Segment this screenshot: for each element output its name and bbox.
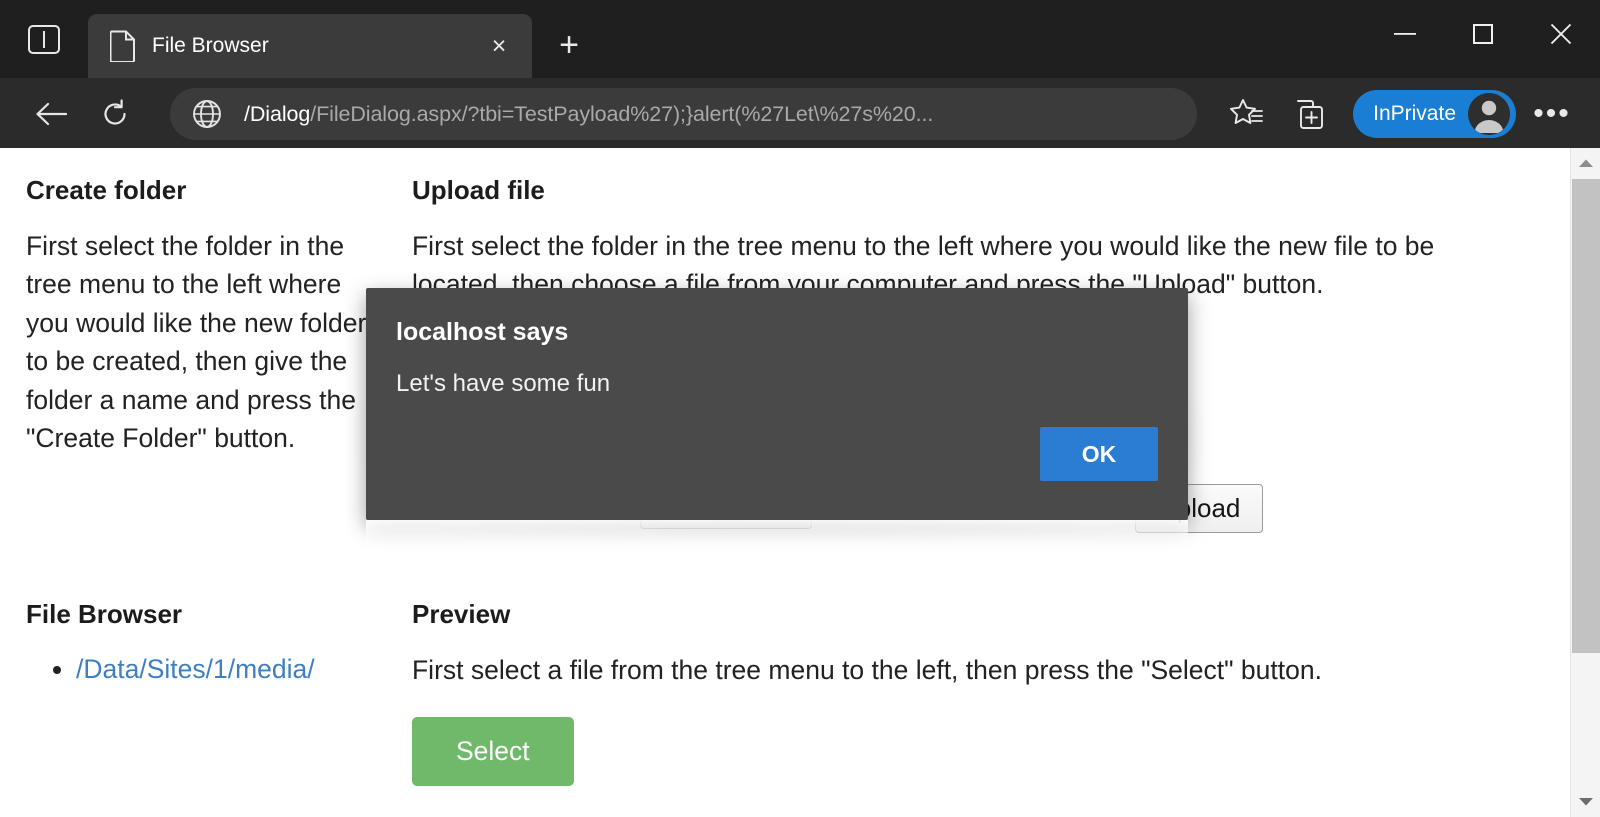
list-item[interactable]: /Data/Sites/1/media/	[76, 651, 396, 689]
browser-tab[interactable]: File Browser ×	[88, 14, 532, 78]
preview-section: Preview First select a file from the tre…	[412, 596, 1532, 787]
tab-actions-icon	[28, 24, 60, 54]
url-path: /FileDialog.aspx/?tbi=TestPayload%27);}a…	[310, 101, 934, 126]
upload-file-heading: Upload file	[412, 175, 545, 205]
scroll-up-button[interactable]	[1571, 148, 1600, 178]
javascript-alert-dialog: localhost says Let's have some fun OK	[366, 288, 1188, 520]
create-folder-description: First select the folder in the tree menu…	[26, 230, 367, 454]
chevron-down-icon	[1579, 798, 1593, 806]
upload-file-section: Upload file First select the folder in t…	[412, 172, 1512, 304]
select-button[interactable]: Select	[412, 717, 574, 787]
url-host: /Dialog	[244, 101, 311, 126]
avatar	[1468, 93, 1510, 135]
favorites-star-icon	[1230, 99, 1264, 124]
dialog-title: localhost says	[396, 318, 569, 346]
inprivate-label: InPrivate	[1373, 102, 1456, 125]
tab-strip: File Browser × +	[0, 0, 1600, 78]
inprivate-profile-button[interactable]: InPrivate	[1353, 90, 1516, 138]
browser-window: File Browser × + /Dialog/FileDialog.aspx…	[0, 0, 1600, 817]
dialog-ok-button[interactable]: OK	[1040, 427, 1158, 481]
window-controls	[1366, 0, 1600, 68]
file-tree-link[interactable]: /Data/Sites/1/media/	[76, 654, 315, 684]
favorites-button[interactable]	[1219, 86, 1275, 142]
new-tab-button[interactable]: +	[540, 16, 598, 74]
preview-description: First select a file from the tree menu t…	[412, 654, 1322, 685]
page-scrollbar[interactable]	[1570, 148, 1600, 817]
minimize-button[interactable]	[1366, 0, 1444, 68]
create-folder-heading: Create folder	[26, 175, 187, 205]
maximize-button[interactable]	[1444, 0, 1522, 68]
close-button[interactable]	[1522, 0, 1600, 68]
collections-icon	[1297, 100, 1324, 129]
tab-close-icon[interactable]: ×	[480, 27, 518, 65]
create-folder-section: Create folder First select the folder in…	[26, 172, 386, 457]
navigation-bar: /Dialog/FileDialog.aspx/?tbi=TestPayload…	[0, 78, 1600, 150]
ellipsis-icon: •••	[1533, 97, 1571, 130]
collections-button[interactable]	[1283, 86, 1339, 142]
preview-heading: Preview	[412, 599, 511, 629]
file-tree-list: /Data/Sites/1/media/	[26, 651, 396, 689]
dialog-message: Let's have some fun	[396, 370, 611, 397]
back-button[interactable]	[24, 87, 78, 141]
globe-icon	[193, 100, 221, 128]
file-browser-section: File Browser /Data/Sites/1/media/	[26, 596, 396, 689]
document-icon	[110, 30, 135, 62]
address-bar-text: /Dialog/FileDialog.aspx/?tbi=TestPayload…	[244, 102, 933, 127]
page-viewport: Create folder First select the folder in…	[0, 148, 1600, 817]
file-browser-heading: File Browser	[26, 599, 183, 629]
scrollbar-thumb[interactable]	[1572, 179, 1600, 653]
tab-actions-button[interactable]	[0, 0, 88, 78]
refresh-button[interactable]	[88, 87, 142, 141]
tab-title: File Browser	[152, 34, 269, 57]
address-bar[interactable]: /Dialog/FileDialog.aspx/?tbi=TestPayload…	[170, 88, 1198, 140]
chevron-up-icon	[1579, 159, 1593, 167]
settings-more-button[interactable]: •••	[1524, 86, 1580, 142]
scroll-down-button[interactable]	[1571, 787, 1600, 817]
